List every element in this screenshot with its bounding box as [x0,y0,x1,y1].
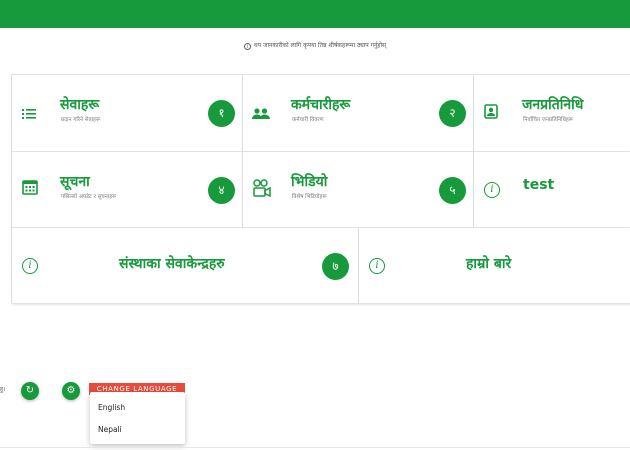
card-title: test [523,177,555,193]
hint-text: i थप जानकारीको लागि कृपया तिन्न शीर्षकहरू… [0,41,630,50]
card-subtitle: निर्वाचित जनप्रतिनिधिहरू [523,117,574,123]
card-badge: २ [439,100,466,127]
info-icon: i [22,258,38,274]
menu-item-english[interactable]: English [90,397,185,419]
gear-icon: ⚙ [66,385,76,396]
refresh-icon: ↻ [25,385,35,396]
card-title: सेवाहरू [60,97,100,113]
card-title: हाम्रो बारे [466,256,512,272]
contact-icon [484,104,498,123]
menu-item-nepali[interactable]: Nepali [90,419,185,441]
menu-grid: सेवाहरू प्रदान गरिने सेवाहरू १ कर्मचारीह… [11,74,630,304]
divider [0,447,630,448]
settings-button[interactable]: ⚙ [62,382,80,400]
card-representatives[interactable]: जनप्रतिनिधि निर्वाचित जनप्रतिनिधिहरू [474,75,630,152]
people-icon [252,105,270,124]
card-subtitle: विशेष भिडियोहरू [292,194,327,200]
card-title: सूचना [60,174,90,190]
top-app-bar [0,0,630,28]
card-service-centers[interactable]: i संस्थाका सेवाकेन्द्रहरु ७ [12,228,359,304]
card-notices[interactable]: सूचना पछिल्लो अपडेट र सूचनाहरू ४ [12,152,243,228]
card-title: भिडियो [291,174,328,190]
card-badge: ५ [439,177,466,204]
info-icon: i [243,43,251,50]
card-title: कर्मचारीहरू [291,97,351,113]
card-badge: ४ [208,177,235,204]
info-icon: i [484,182,500,198]
refresh-button[interactable]: ↻ [21,382,39,400]
card-video[interactable]: भिडियो विशेष भिडियोहरू ५ [243,152,474,228]
calendar-icon [22,180,38,199]
card-title: संस्थाका सेवाकेन्द्रहरु [119,256,225,272]
video-icon [252,178,272,202]
card-title: जनप्रतिनिधि [522,97,584,113]
card-staff[interactable]: कर्मचारीहरू कर्मचारी विवरण २ [243,75,474,152]
language-dropdown-menu: English Nepali [90,392,185,444]
list-icon [22,105,36,124]
card-subtitle: कर्मचारी विवरण [292,117,324,123]
card-services[interactable]: सेवाहरू प्रदान गरिने सेवाहरू १ [12,75,243,152]
truncated-text: हु। [0,386,6,393]
card-badge: ७ [322,253,349,280]
info-icon: i [369,258,385,274]
card-test[interactable]: i test [474,152,630,228]
card-about-us[interactable]: i हाम्रो बारे [359,228,630,304]
card-subtitle: पछिल्लो अपडेट र सूचनाहरू [61,194,117,200]
card-subtitle: प्रदान गरिने सेवाहरू [61,117,101,123]
card-badge: १ [208,100,235,127]
